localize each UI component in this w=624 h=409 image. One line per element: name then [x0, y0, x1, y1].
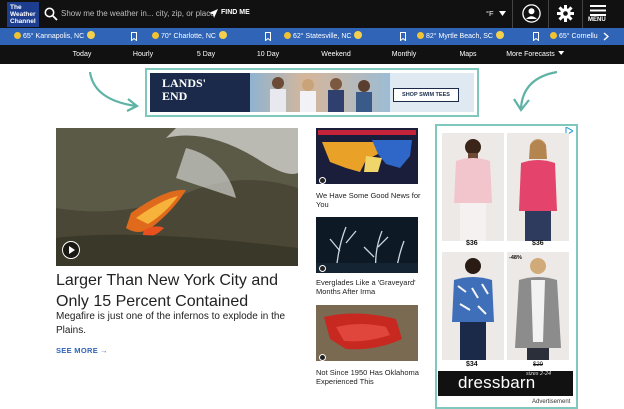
product-image[interactable] [442, 252, 504, 360]
temperature-dot-icon [14, 32, 21, 39]
chevron-down-icon [557, 51, 564, 55]
location-label: 82° Myrtle Beach, SC [426, 33, 493, 40]
temperature-dot-icon [417, 32, 424, 39]
story-title[interactable]: Not Since 1950 Has Oklahoma Experienced … [316, 368, 426, 386]
dressbarn-logo[interactable]: dressbarn sizes 2-24 [438, 371, 573, 396]
video-badge-icon [319, 177, 326, 184]
hero-image[interactable] [56, 128, 298, 266]
hamburger-menu-icon[interactable] [590, 5, 606, 16]
divider [512, 0, 513, 28]
location-item[interactable]: 70° Charlotte, NC [152, 28, 227, 45]
nav-tab-more-forecasts[interactable]: More Forecasts [506, 45, 564, 64]
temperature-dot-icon [152, 32, 159, 39]
advertisement-label: Advertisement [532, 399, 571, 405]
partly-sunny-icon [496, 31, 504, 39]
partly-sunny-icon [87, 31, 96, 39]
location-item[interactable]: 82° Myrtle Beach, SC [417, 28, 504, 45]
top-bar: The Weather Channel Show me the weather … [0, 0, 624, 28]
annotation-arrow-icon [88, 71, 140, 112]
divider [582, 0, 583, 28]
product-price: $36 [532, 240, 544, 247]
bookmark-icon[interactable] [400, 32, 406, 41]
product-price: $36 [466, 240, 478, 247]
location-label: 62° Statesville, NC [293, 33, 352, 40]
temperature-dot-icon [550, 32, 557, 39]
brand-line: END [162, 89, 188, 103]
story-title[interactable]: Everglades Like a 'Graveyard' Months Aft… [316, 278, 426, 296]
bookmark-icon[interactable] [533, 32, 539, 41]
nav-tab-weekend[interactable]: Weekend [321, 45, 350, 64]
unit-selector[interactable]: °F [486, 9, 494, 18]
product-image[interactable] [442, 133, 504, 241]
nav-tab-today[interactable]: Today [73, 45, 92, 64]
brand-name: dressbarn [458, 373, 536, 392]
temperature-dot-icon [284, 32, 291, 39]
shop-swim-tees-button[interactable]: SHOP SWIM TEES [393, 88, 459, 102]
nav-tab-10-day[interactable]: 10 Day [257, 45, 279, 64]
menu-label[interactable]: MENU [588, 17, 606, 23]
product-image[interactable] [507, 133, 569, 241]
story-image-oklahoma[interactable] [316, 305, 418, 361]
lands-end-logo: LANDS' END [150, 73, 250, 112]
brand-tagline: sizes 2-24 [526, 371, 552, 377]
logo-line: The [10, 4, 22, 11]
logo-line: Weather [10, 11, 36, 18]
logo-line: Channel [10, 18, 36, 25]
story-image-everglades[interactable] [316, 217, 418, 273]
video-badge-icon [319, 265, 326, 272]
nav-label: More Forecasts [506, 51, 555, 58]
video-badge-icon [319, 354, 326, 361]
location-label: 70° Charlotte, NC [161, 33, 216, 40]
nav-tab-monthly[interactable]: Monthly [392, 45, 417, 64]
partly-sunny-icon [354, 31, 363, 39]
location-item[interactable]: 65° Cornellu [550, 28, 598, 45]
discount-badge: -48% [509, 255, 522, 261]
bookmark-icon[interactable] [265, 32, 271, 41]
nav-tab-5-day[interactable]: 5 Day [197, 45, 215, 64]
product-price: $34 [466, 361, 478, 368]
original-price: $29 [533, 362, 544, 368]
location-item[interactable]: 65° Kannapolis, NC [14, 28, 96, 45]
see-more-label: SEE MORE [56, 346, 98, 355]
location-label: 65° Cornellu [559, 33, 598, 40]
search-icon[interactable] [44, 7, 58, 21]
location-label: 65° Kannapolis, NC [23, 33, 85, 40]
banner-ad-highlight: LANDS' END SHOP SWIM TEES [145, 68, 479, 117]
location-arrow-icon[interactable] [209, 9, 218, 18]
chevron-right-icon[interactable] [603, 32, 609, 41]
product-image[interactable] [507, 252, 569, 360]
gear-icon[interactable] [557, 5, 574, 22]
banner-ad[interactable]: LANDS' END SHOP SWIM TEES [150, 73, 474, 112]
user-account-icon[interactable] [522, 4, 541, 23]
ad-photo [250, 73, 390, 112]
play-video-icon[interactable] [62, 241, 80, 259]
search-input[interactable]: Show me the weather in... city, zip, or … [61, 9, 215, 18]
story-image-map[interactable] [316, 128, 418, 184]
weather-channel-logo[interactable]: The Weather Channel [7, 2, 39, 27]
nav-tab-hourly[interactable]: Hourly [133, 45, 153, 64]
hero-summary: Megafire is just one of the infernos to … [56, 311, 286, 336]
annotation-arrow-icon [513, 70, 558, 112]
arrow-right-icon: → [100, 346, 108, 355]
recent-locations-bar: 65° Kannapolis, NC 70° Charlotte, NC 62°… [0, 28, 624, 45]
hero-headline[interactable]: Larger Than New York City and Only 15 Pe… [56, 270, 306, 312]
find-me-button[interactable]: FIND ME [221, 9, 250, 16]
forecast-nav: Today Hourly 5 Day 10 Day Weekend Monthl… [0, 45, 624, 64]
bookmark-icon[interactable] [131, 32, 137, 41]
location-item[interactable]: 62° Statesville, NC [284, 28, 363, 45]
partly-sunny-icon [218, 31, 227, 39]
see-more-link[interactable]: SEE MORE → [56, 346, 108, 355]
story-title[interactable]: We Have Some Good News for You [316, 191, 426, 209]
nav-tab-maps[interactable]: Maps [459, 45, 476, 64]
divider [548, 0, 549, 28]
chevron-down-icon[interactable] [499, 11, 506, 16]
